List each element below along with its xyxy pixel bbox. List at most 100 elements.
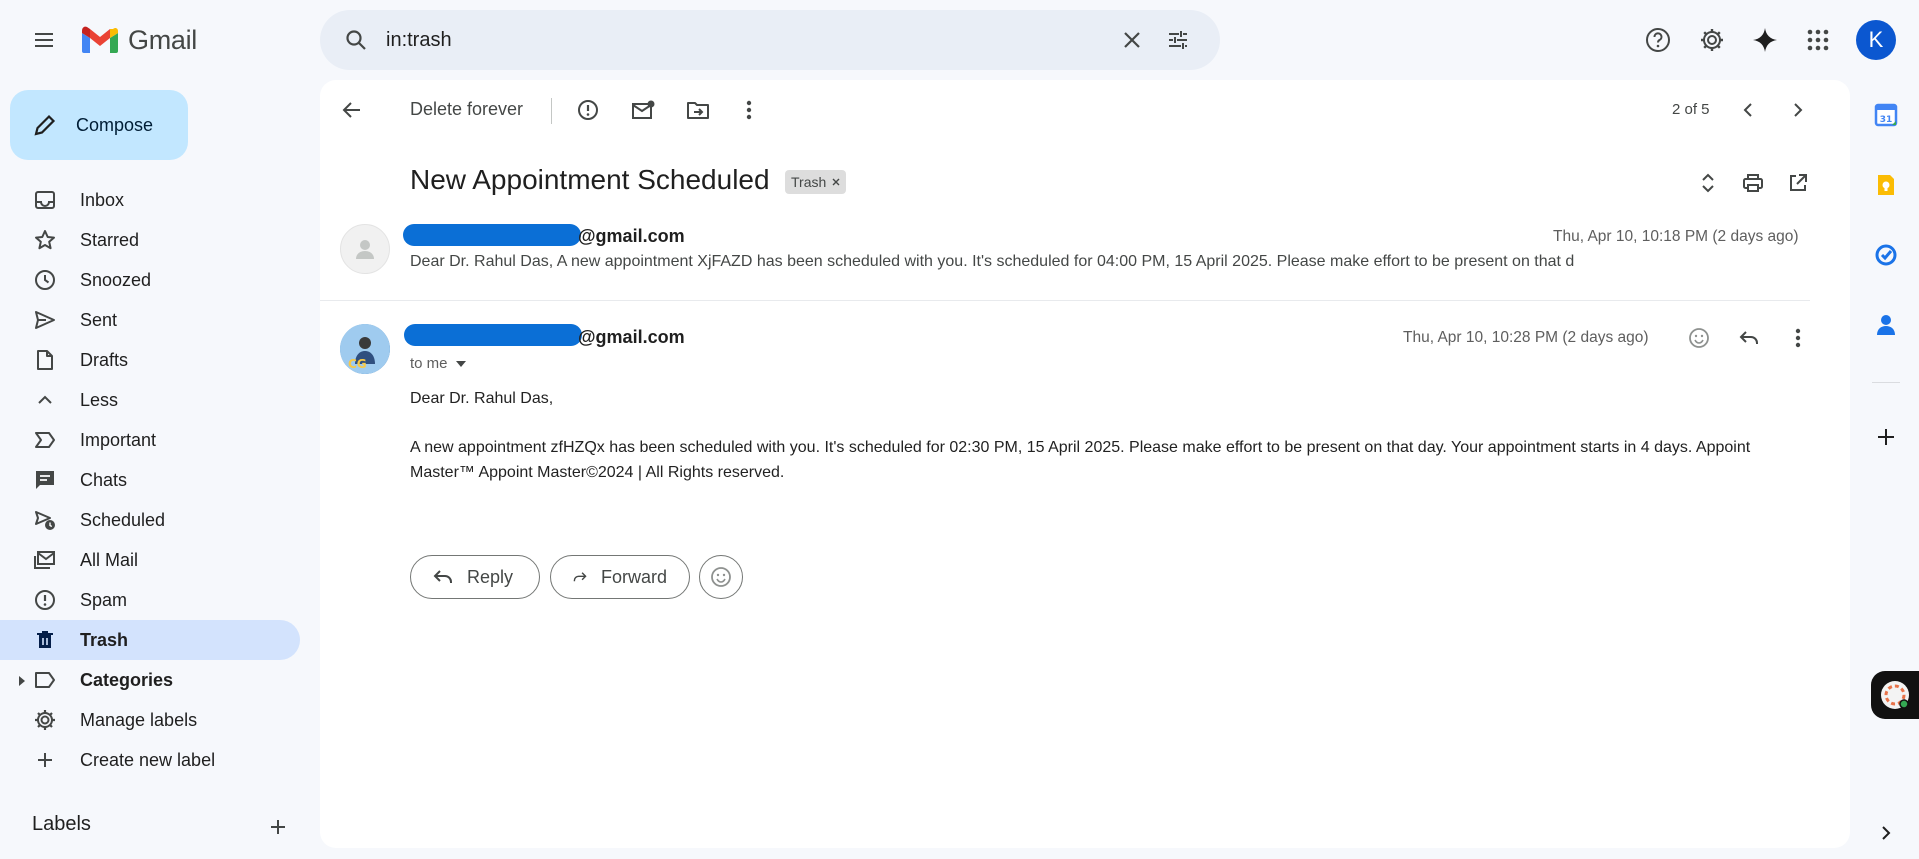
more-vert-icon bbox=[1795, 328, 1801, 348]
recipient-text: to me bbox=[410, 355, 448, 372]
emoji-icon bbox=[1689, 328, 1709, 348]
sidebar-item-inbox[interactable]: Inbox bbox=[0, 180, 300, 220]
chat-assistant-widget[interactable] bbox=[1871, 671, 1919, 719]
sidebar-item-chats[interactable]: Chats bbox=[0, 460, 300, 500]
search-bar[interactable] bbox=[320, 10, 1220, 70]
settings-button[interactable] bbox=[1692, 20, 1732, 60]
sidebar-item-less[interactable]: Less bbox=[0, 380, 300, 420]
reply-button[interactable]: Reply bbox=[410, 555, 540, 599]
reaction-button[interactable] bbox=[699, 555, 743, 599]
close-icon[interactable] bbox=[832, 178, 840, 186]
apps-grid-icon bbox=[1807, 29, 1829, 51]
mark-unread-icon bbox=[632, 100, 655, 119]
sidebar-item-categories[interactable]: Categories bbox=[0, 660, 300, 700]
add-reaction-button[interactable] bbox=[1679, 318, 1719, 358]
sidebar-item-important[interactable]: Important bbox=[0, 420, 300, 460]
print-icon bbox=[1743, 174, 1763, 192]
move-folder-icon bbox=[687, 102, 709, 119]
sidebar-item-label: Drafts bbox=[80, 349, 129, 370]
chevron-up-icon bbox=[33, 388, 57, 412]
more-vert-icon bbox=[746, 100, 752, 120]
reply-icon-button[interactable] bbox=[1729, 318, 1769, 358]
main-menu-button[interactable] bbox=[26, 22, 62, 58]
keep-app-button[interactable] bbox=[1868, 167, 1904, 203]
clock-icon bbox=[33, 268, 57, 292]
sender-avatar[interactable]: CG bbox=[340, 324, 390, 374]
open-new-window-button[interactable] bbox=[1778, 163, 1818, 203]
svg-text:CG: CG bbox=[348, 357, 367, 371]
compose-button[interactable]: Compose bbox=[10, 90, 188, 160]
sidebar-item-manage-labels[interactable]: Manage labels bbox=[0, 700, 300, 740]
forward-button[interactable]: Forward bbox=[550, 555, 690, 599]
help-icon bbox=[1646, 28, 1670, 52]
support-button[interactable] bbox=[1638, 20, 1678, 60]
delete-forever-button[interactable]: Delete forever bbox=[410, 99, 523, 120]
contacts-app-button[interactable] bbox=[1868, 307, 1904, 343]
open-in-new-icon bbox=[1790, 174, 1807, 191]
search-options-button[interactable] bbox=[1158, 20, 1198, 60]
move-to-button[interactable] bbox=[678, 90, 718, 130]
sender-email: @gmail.com bbox=[578, 327, 685, 347]
spam-icon bbox=[33, 588, 57, 612]
keep-icon bbox=[1878, 175, 1894, 195]
mark-unread-button[interactable] bbox=[623, 90, 663, 130]
sidebar-item-label: Spam bbox=[80, 589, 128, 610]
sidebar-item-create-label[interactable]: Create new label bbox=[0, 740, 300, 780]
show-side-panel-button[interactable] bbox=[1868, 815, 1904, 851]
emoji-icon bbox=[711, 567, 731, 587]
gear-icon bbox=[1701, 29, 1723, 51]
newer-button[interactable] bbox=[1728, 90, 1768, 130]
more-actions-button[interactable] bbox=[729, 90, 769, 130]
sender-avatar[interactable] bbox=[340, 224, 390, 274]
sidebar-item-starred[interactable]: Starred bbox=[0, 220, 300, 260]
chevron-right-icon bbox=[1794, 103, 1803, 117]
tasks-icon bbox=[1875, 244, 1897, 266]
sidebar-item-label: Less bbox=[80, 389, 119, 410]
clear-search-button[interactable] bbox=[1112, 20, 1152, 60]
message-more-button[interactable] bbox=[1778, 318, 1818, 358]
get-addons-button[interactable] bbox=[1868, 419, 1904, 455]
unfold-icon bbox=[1702, 173, 1714, 193]
message-body: A new appointment zfHZQx has been schedu… bbox=[410, 435, 1810, 485]
inbox-icon bbox=[33, 188, 57, 212]
gemini-button[interactable] bbox=[1745, 20, 1785, 60]
label-icon bbox=[33, 668, 57, 692]
label-chip-text: Trash bbox=[791, 174, 827, 190]
sidebar-item-sent[interactable]: Sent bbox=[0, 300, 300, 340]
search-button[interactable] bbox=[336, 20, 376, 60]
sidebar-item-label: Manage labels bbox=[80, 709, 198, 730]
pencil-icon bbox=[34, 114, 56, 136]
tasks-app-button[interactable] bbox=[1868, 237, 1904, 273]
sidebar-item-label: Sent bbox=[80, 309, 118, 330]
sidebar-item-drafts[interactable]: Drafts bbox=[0, 340, 300, 380]
add-label-button[interactable] bbox=[266, 815, 290, 839]
expand-all-button[interactable] bbox=[1688, 163, 1728, 203]
report-spam-button[interactable] bbox=[568, 90, 608, 130]
close-icon bbox=[1124, 32, 1140, 48]
sidebar-item-spam[interactable]: Spam bbox=[0, 580, 300, 620]
sidebar-item-trash[interactable]: Trash bbox=[0, 620, 300, 660]
sidebar-item-all-mail[interactable]: All Mail bbox=[0, 540, 300, 580]
back-button[interactable] bbox=[332, 90, 372, 130]
print-button[interactable] bbox=[1733, 163, 1773, 203]
sidebar-item-scheduled[interactable]: Scheduled bbox=[0, 500, 300, 540]
recipient-details[interactable]: to me bbox=[410, 355, 466, 372]
older-button[interactable] bbox=[1778, 90, 1818, 130]
sidebar-item-snoozed[interactable]: Snoozed bbox=[0, 260, 300, 300]
label-chip-trash[interactable]: Trash bbox=[785, 170, 847, 194]
search-input[interactable] bbox=[386, 28, 1106, 52]
assistant-avatar-icon bbox=[1881, 681, 1909, 709]
calendar-icon: 31 bbox=[1874, 103, 1898, 127]
gmail-logo[interactable]: Gmail bbox=[80, 22, 197, 58]
sidebar-item-label: All Mail bbox=[80, 549, 139, 570]
toolbar-divider bbox=[551, 98, 552, 124]
plus-icon bbox=[271, 820, 285, 834]
apps-button[interactable] bbox=[1798, 20, 1838, 60]
message-body-line: Master™ Appoint Master©2024 | All Rights… bbox=[410, 464, 785, 481]
message-snippet[interactable]: Dear Dr. Rahul Das, A new appointment Xj… bbox=[410, 253, 1574, 271]
calendar-app-button[interactable]: 31 bbox=[1868, 97, 1904, 133]
gmail-wordmark: Gmail bbox=[128, 24, 198, 55]
redacted-sender-name bbox=[404, 324, 582, 346]
chevron-right-icon bbox=[1882, 826, 1891, 840]
account-avatar[interactable]: K bbox=[1856, 20, 1896, 60]
